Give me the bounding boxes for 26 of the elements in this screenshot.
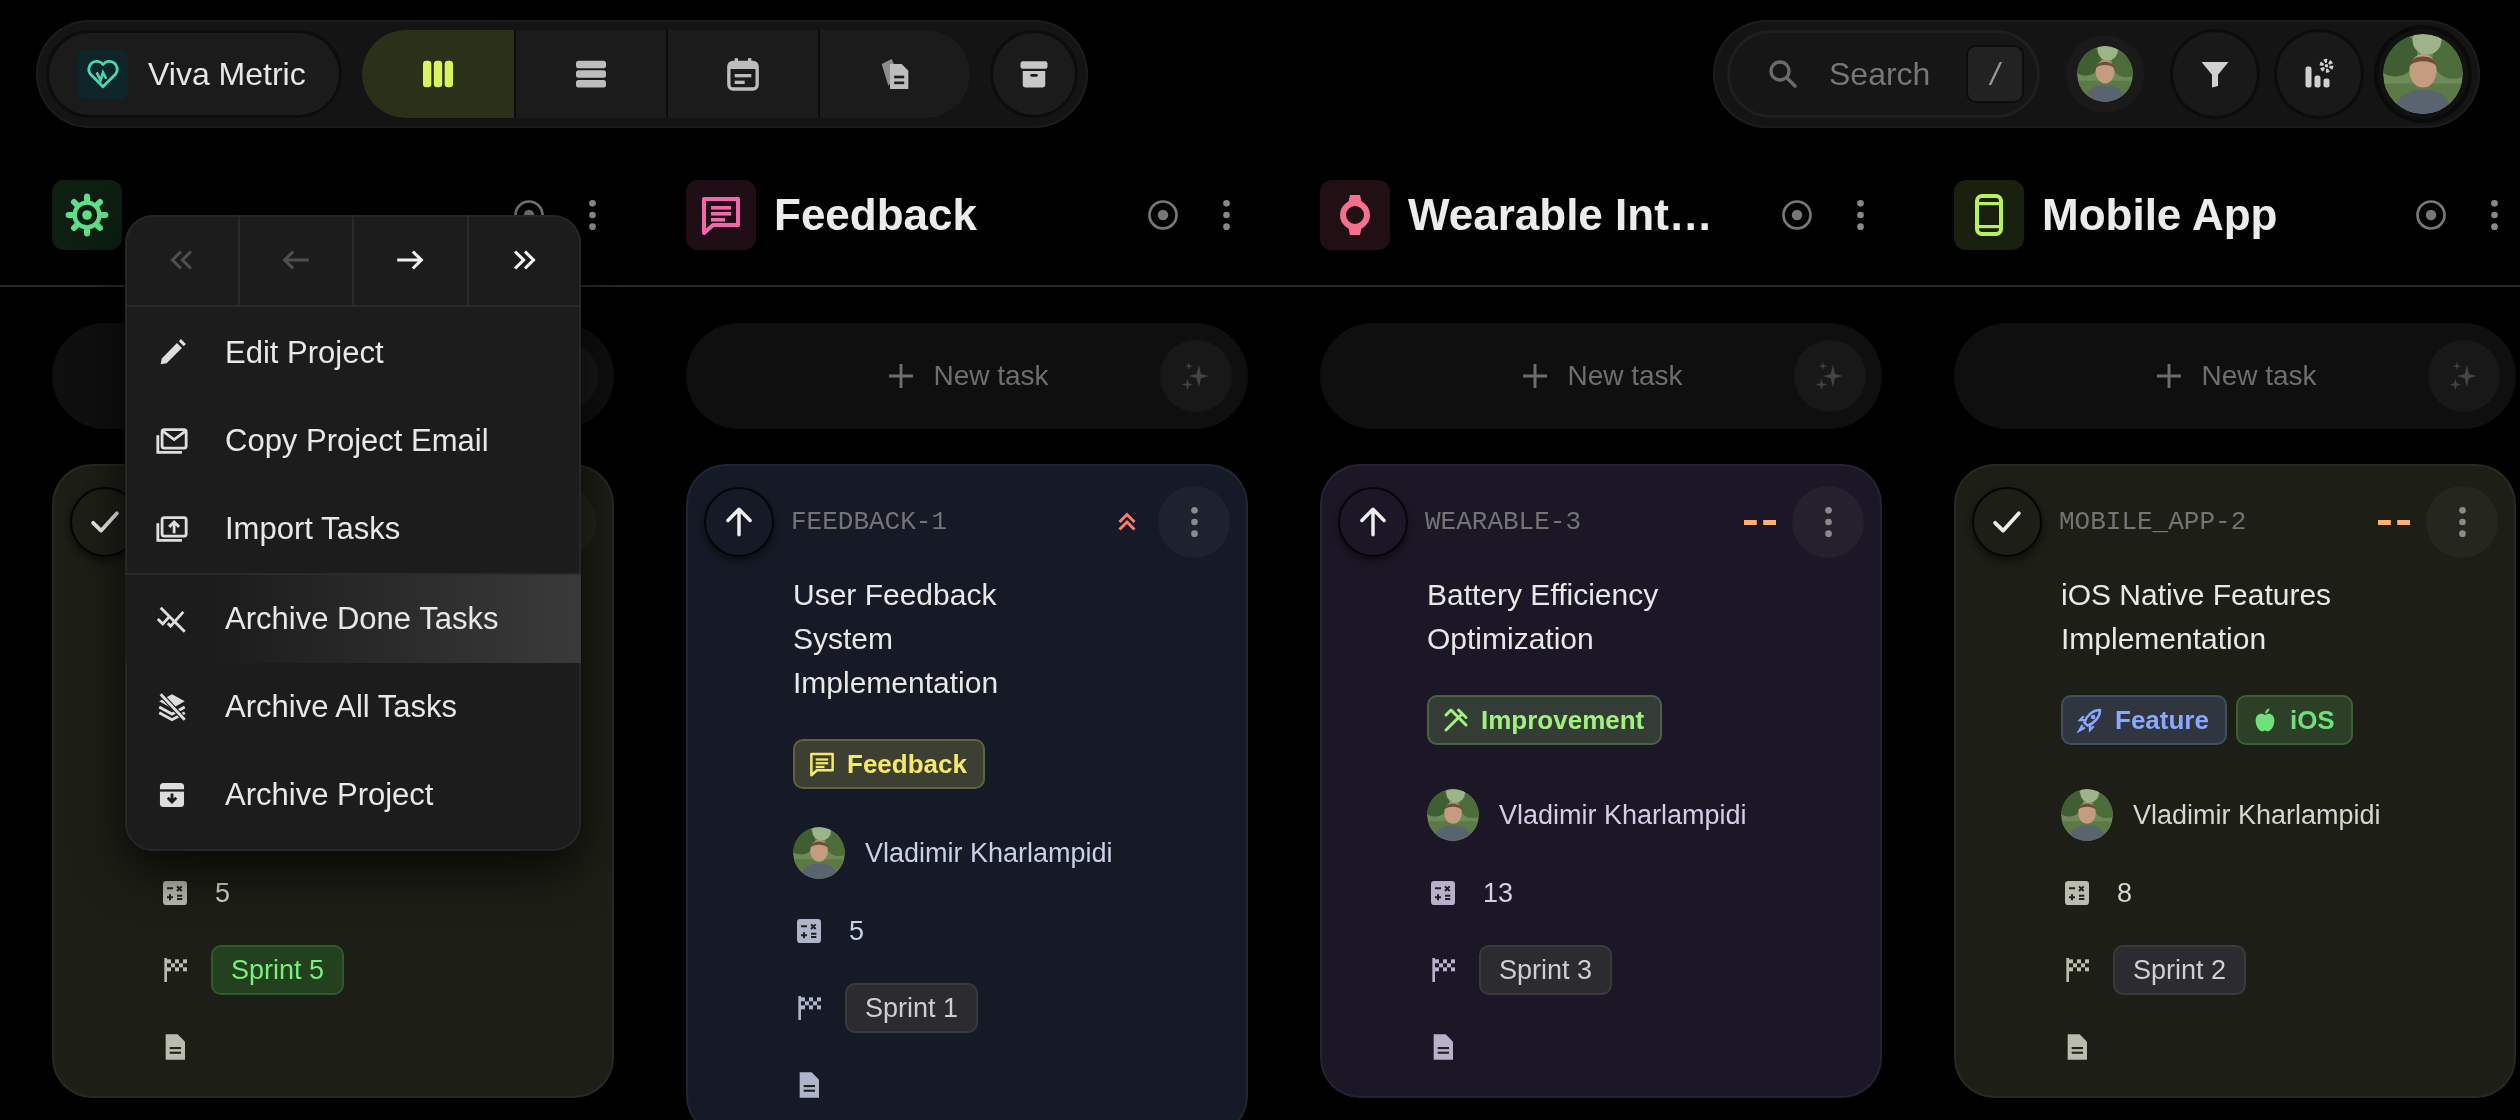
task-id: WEARABLE-3 xyxy=(1425,507,1582,537)
sprint-tag: Sprint 1 xyxy=(845,983,979,1033)
tag: iOS xyxy=(2235,695,2353,745)
assignee-name: Vladimir Kharlampidi xyxy=(2133,799,2381,831)
task-title: User Feedback System Implementation xyxy=(793,577,1000,701)
assignee-name: Vladimir Kharlampidi xyxy=(1499,799,1747,831)
workspace-name: Viva Metric xyxy=(148,55,306,93)
story-points: 5 xyxy=(849,915,865,947)
sprint-tag: Sprint 3 xyxy=(1479,945,1613,995)
sprint-tag: Sprint 2 xyxy=(2113,945,2247,995)
story-points: 13 xyxy=(1483,877,1514,909)
task-id: FEEDBACK-1 xyxy=(791,507,948,537)
task-title: Battery Efficiency Optimization xyxy=(1427,577,1660,657)
tag: Feature xyxy=(2061,695,2227,745)
tag: Improvement xyxy=(1427,695,1663,745)
column-title: Feedback xyxy=(774,190,978,240)
assignee-name: Vladimir Kharlampidi xyxy=(865,837,1113,869)
task-id: MOBILE_APP-2 xyxy=(2059,507,2247,537)
story-points: 8 xyxy=(2117,877,2133,909)
story-points: 5 xyxy=(215,877,231,909)
task-title: iOS Native Features Implementation xyxy=(2061,577,2333,657)
sprint-tag: Sprint 5 xyxy=(211,945,345,995)
column-title: Mobile App xyxy=(2042,190,2279,240)
shortcut-key: / xyxy=(1966,45,2024,103)
column-title: Wearable Int… xyxy=(1408,190,1714,240)
tag: Feedback xyxy=(793,739,985,789)
